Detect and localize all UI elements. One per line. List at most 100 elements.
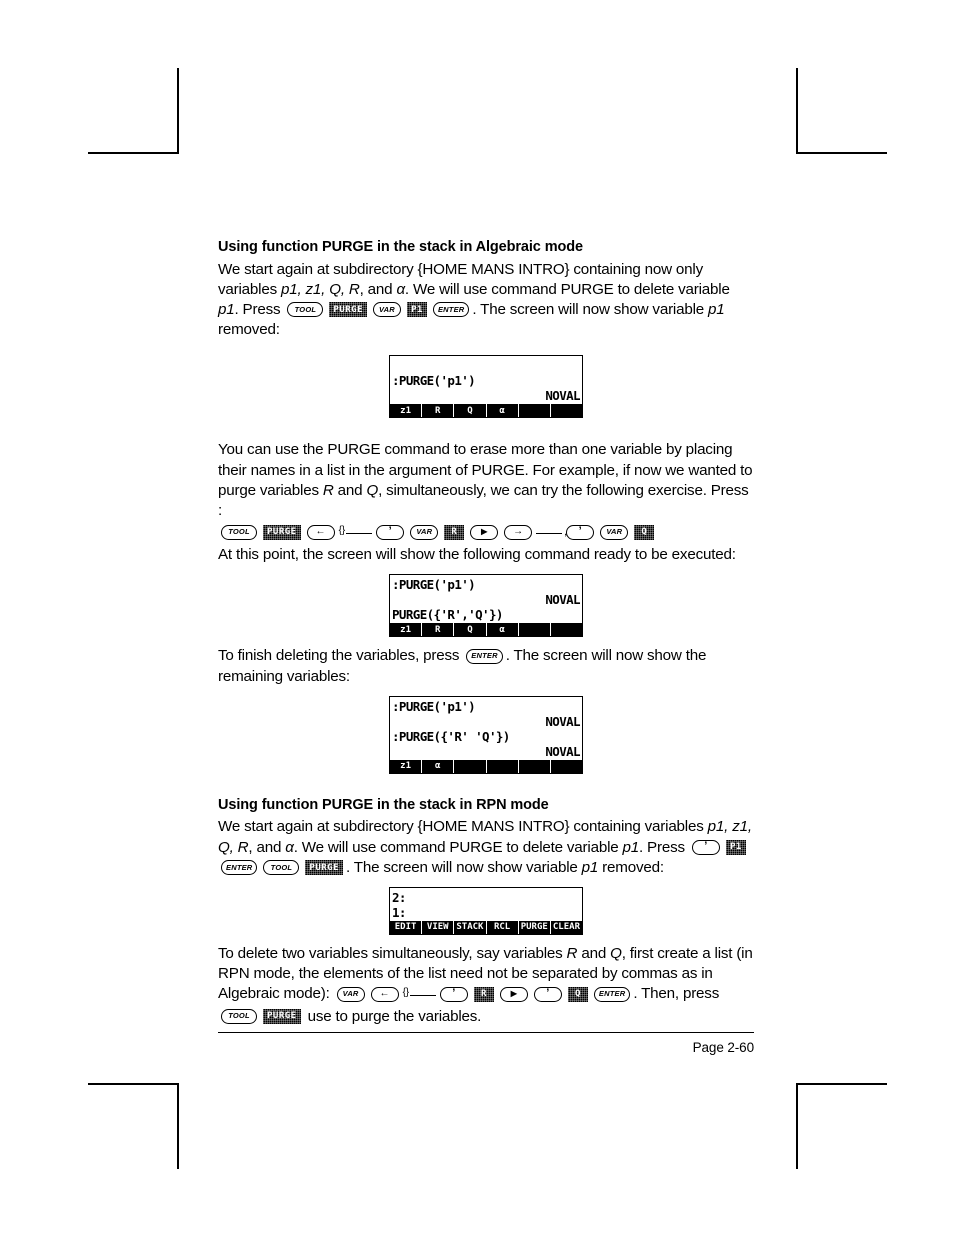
soft-menu-key[interactable]: z1 — [390, 623, 423, 637]
page-number: Page 2-60 — [692, 1040, 755, 1055]
tool-key[interactable]: TOOL — [221, 1009, 257, 1025]
lcd-line: NOVAL — [392, 714, 580, 729]
soft-menu-key[interactable]: Q — [454, 404, 487, 418]
text-run: . The screen will now show variable — [472, 300, 709, 318]
soft-menu-key[interactable]: α — [486, 404, 519, 418]
lcd-line: :PURGE({'R' 'Q'}) — [392, 729, 580, 744]
r-softkey[interactable]: R — [444, 525, 464, 540]
tool-key[interactable]: TOOL — [287, 302, 324, 318]
soft-menu-key[interactable] — [550, 759, 583, 773]
soft-menu-key[interactable]: R — [422, 623, 455, 637]
enter-key[interactable]: ENTER — [466, 648, 503, 664]
tool-key[interactable]: TOOL — [263, 860, 300, 876]
crop-mark-bottom-left-vertical — [177, 1083, 179, 1169]
tool-key[interactable]: TOOL — [221, 524, 257, 540]
soft-menu-key[interactable]: z1 — [390, 404, 423, 418]
lcd-right-text: NOVAL — [545, 713, 580, 729]
paragraph-rpn-two-variables: To delete two variables simultaneously, … — [218, 944, 754, 1027]
var-key[interactable]: VAR — [372, 302, 401, 318]
soft-menu-key[interactable] — [486, 759, 519, 773]
soft-menu-key[interactable] — [518, 623, 551, 637]
left-shift-key[interactable] — [370, 986, 399, 1002]
lcd-left-text: :PURGE('p1') — [392, 698, 476, 714]
var-key[interactable]: VAR — [600, 524, 629, 540]
soft-menu-key[interactable]: α — [486, 623, 519, 637]
calculator-screen-2: :PURGE('p1') NOVAL PURGE({'R','Q'}) z1 R… — [389, 574, 583, 638]
enter-key[interactable]: ENTER — [221, 860, 258, 876]
brace-annotation: {} — [338, 525, 346, 537]
tick-key[interactable] — [376, 524, 405, 540]
text-run: , and — [359, 280, 397, 298]
purge-softkey[interactable]: PURGE — [329, 302, 367, 317]
right-cursor-key[interactable] — [470, 524, 499, 540]
soft-menu-key-clear[interactable]: CLEAR — [550, 920, 583, 934]
crop-mark-top-left-horizontal — [88, 152, 178, 154]
text-run: removed: — [598, 858, 664, 876]
text-run: removed: — [218, 321, 280, 339]
right-cursor-key[interactable] — [499, 986, 528, 1002]
soft-menu-key[interactable] — [518, 404, 551, 418]
soft-menu-key-edit[interactable]: EDIT — [390, 920, 423, 934]
lcd-right-text: NOVAL — [545, 743, 580, 759]
soft-menu-key[interactable]: α — [422, 759, 455, 773]
variable-list: p1, z1, Q, R — [281, 280, 360, 298]
paragraph-algebraic-intro: We start again at subdirectory {HOME MAN… — [218, 260, 754, 341]
soft-menu-key[interactable] — [518, 759, 551, 773]
soft-menu-key[interactable]: z1 — [390, 759, 423, 773]
key-sequence-rpn-2: VAR {} R Q ENTER — [334, 985, 634, 1002]
lcd-line: NOVAL — [392, 744, 580, 759]
text-run: . We will use command PURGE to delete va… — [293, 838, 623, 856]
soft-menu-key[interactable] — [550, 623, 583, 637]
alpha-symbol: α — [396, 280, 405, 298]
soft-menu-key-stack[interactable]: STACK — [454, 920, 487, 934]
purge-softkey[interactable]: PURGE — [305, 860, 343, 875]
tick-key[interactable] — [533, 986, 562, 1002]
lcd-blank-line — [392, 358, 580, 373]
heading-algebraic-mode: Using function PURGE in the stack in Alg… — [218, 239, 583, 255]
paragraph-purge-list-intro: You can use the PURGE command to erase m… — [218, 440, 754, 521]
page-footer: Page 2-60 — [218, 1032, 754, 1055]
lcd-right-text: NOVAL — [545, 388, 580, 404]
soft-menu-key[interactable] — [550, 404, 583, 418]
soft-menu-key[interactable]: R — [422, 404, 455, 418]
var-key[interactable]: VAR — [410, 524, 439, 540]
text-run: . Press — [234, 300, 285, 318]
q-softkey[interactable]: Q — [634, 525, 654, 540]
soft-menu-key-view[interactable]: VIEW — [422, 920, 455, 934]
soft-menu-key-rcl[interactable]: RCL — [486, 920, 519, 934]
variable-R: R — [322, 481, 334, 499]
purge-softkey[interactable]: PURGE — [263, 525, 301, 540]
calculator-screen-1-wrapper: :PURGE('p1') NOVAL z1 R Q α — [218, 355, 754, 419]
right-shift-key[interactable] — [504, 524, 533, 540]
tick-key[interactable] — [566, 524, 595, 540]
p1-softkey[interactable]: P1 — [726, 840, 746, 855]
r-softkey[interactable]: R — [474, 987, 494, 1002]
crop-mark-top-left-vertical — [177, 68, 179, 154]
soft-menu-bar: EDIT VIEW STACK RCL PURGE CLEAR — [390, 920, 583, 934]
crop-mark-bottom-right-horizontal — [797, 1083, 887, 1085]
q-softkey[interactable]: Q — [568, 987, 588, 1002]
enter-key[interactable]: ENTER — [593, 986, 631, 1002]
calculator-screen-4: 2: 1: EDIT VIEW STACK RCL PURGE CLEAR — [389, 886, 583, 935]
p1-softkey[interactable]: P1 — [407, 302, 427, 317]
text-run: and — [333, 481, 367, 499]
soft-menu-bar: z1 α — [390, 759, 583, 773]
tick-key[interactable] — [439, 986, 468, 1002]
screen-1-body: :PURGE('p1') NOVAL — [390, 356, 582, 403]
text-run: . Then, press — [633, 985, 720, 1003]
crop-mark-top-right-vertical — [796, 68, 798, 154]
soft-menu-key[interactable]: Q — [454, 623, 487, 637]
left-shift-key[interactable] — [306, 524, 335, 540]
purge-softkey[interactable]: PURGE — [263, 1009, 301, 1024]
text-run: and — [577, 944, 611, 962]
enter-key[interactable]: ENTER — [432, 302, 470, 318]
tick-key[interactable] — [691, 840, 720, 856]
calculator-screen-2-wrapper: :PURGE('p1') NOVAL PURGE({'R','Q'}) z1 R… — [218, 574, 754, 638]
var-key[interactable]: VAR — [336, 986, 365, 1002]
key-underline — [409, 986, 436, 997]
calculator-screen-3: :PURGE('p1') NOVAL :PURGE({'R' 'Q'}) NOV… — [389, 695, 583, 774]
soft-menu-key-purge[interactable]: PURGE — [518, 920, 551, 934]
lcd-left-text: :PURGE('p1') — [392, 373, 476, 389]
soft-menu-key[interactable] — [454, 759, 487, 773]
lcd-line: :PURGE('p1') — [392, 373, 580, 388]
